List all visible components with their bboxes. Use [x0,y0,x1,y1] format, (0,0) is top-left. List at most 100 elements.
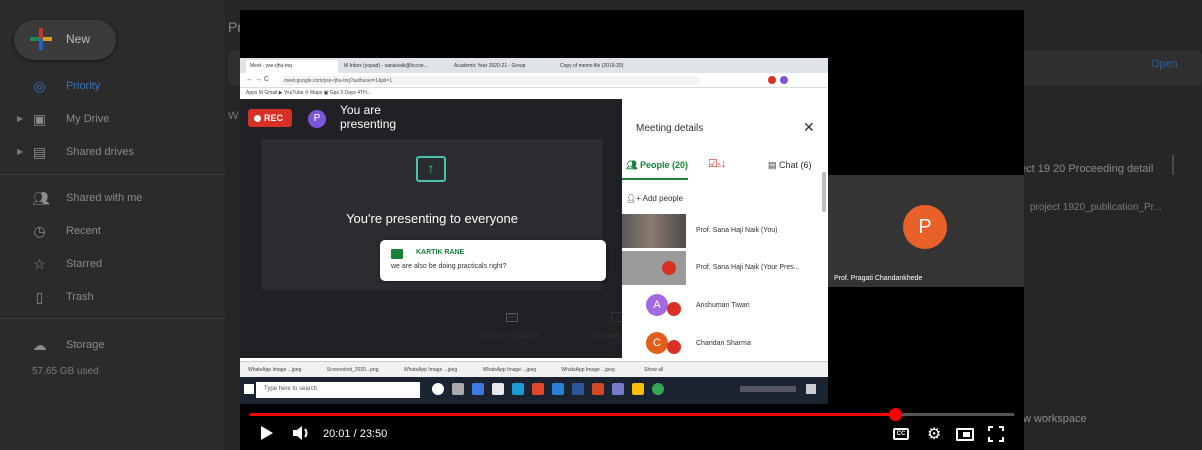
active-tab-indicator [622,178,688,180]
participant-name: Prof. Sana Haji Naik (You) [696,227,778,234]
cc-icon[interactable]: CC [893,428,909,440]
browser-tab[interactable]: Academic Year 2020-21 - Group [450,60,554,73]
participant-row[interactable]: C Chandan Sharma [622,327,822,363]
word-icon[interactable] [572,383,584,395]
powerpoint-icon[interactable] [592,383,604,395]
participant-row[interactable]: Prof. Sana Haji Naik (You) [622,214,822,250]
drive-icon: ▣ [32,111,47,127]
rec-label: REC [264,113,284,123]
app-icon[interactable] [612,383,624,395]
muted-mic-icon [662,261,676,275]
nav-label: Storage [66,339,105,351]
avatar: P [903,205,947,249]
captions-icon[interactable]: CC [506,313,518,322]
nav-item-starred[interactable]: ☆ Starred [0,250,225,280]
tab-chat[interactable]: ▤ Chat (6) [768,160,812,171]
presenting-status: You are presenting [340,103,397,131]
chat-notification[interactable]: KARTIK RANE we are also be doing practic… [380,240,606,281]
chat-bubble-icon [391,249,403,259]
nav-item-my-drive[interactable]: ▶ ▣ My Drive [0,105,225,135]
system-tray[interactable] [740,386,796,392]
participant-name: Prof. Sana Haji Naik (Your Pres... [696,264,800,271]
show-all-button[interactable]: Show all [644,362,663,373]
volume-icon[interactable] [292,425,312,441]
shared-drives-icon: ▤ [32,144,47,160]
browser-tab-bar: Meet - yse-rjhu-tnq M Inbox (yopad) - sa… [240,58,828,73]
windows-start-icon[interactable] [244,384,254,394]
edge-icon[interactable] [512,383,524,395]
url-input[interactable]: meet.google.com/yse-rjhu-tnq?authuser=1&… [280,76,700,85]
bookmarks-bar[interactable]: Apps M Gmail ▶ YouTube ⚲ Maps ▣ Gps 3 Da… [240,88,828,99]
taskbar-search-input[interactable]: Type here to search [256,382,420,398]
play-icon[interactable] [260,425,274,441]
nav-item-shared-drives[interactable]: ▶ ▤ Shared drives [0,138,225,168]
participant-row[interactable]: Prof. Sana Haji Naik (Your Pres... [622,251,822,287]
download-item[interactable]: WhatsApp Image ...jpeg [483,362,536,373]
nav-item-shared-with-me[interactable]: 👥︎ Shared with me [0,184,225,214]
tab-tasks[interactable]: ☑5↓ [708,157,726,170]
storage-used-text: 57.65 GB used [32,366,99,377]
video-screen-content: Meet - yse-rjhu-tnq M Inbox (yopad) - sa… [240,58,828,404]
app-icon[interactable] [652,383,664,395]
panel-title: Meeting details [636,123,704,134]
presenting-message: You're presenting to everyone [346,211,518,226]
nav-label: Starred [66,258,103,270]
download-item[interactable]: Screenshot_2020...png [327,362,379,373]
tab-label: People (20) [639,160,688,170]
download-item[interactable]: WhatsApp Image ...jpeg [404,362,457,373]
expand-arrow-icon[interactable]: ▶ [17,114,23,123]
open-button[interactable]: Open [1151,58,1178,70]
store-icon[interactable] [492,383,504,395]
expand-arrow-icon[interactable]: ▶ [17,147,23,156]
address-bar: ← → C meet.google.com/yse-rjhu-tnq?authu… [240,73,828,88]
download-item[interactable]: WhatsApp Image ...jpeg [248,362,301,373]
profile-icon[interactable] [780,76,788,84]
miniplayer-icon[interactable] [956,428,974,441]
add-people-button[interactable]: 👤︎+ Add people [626,194,683,203]
browser-tab[interactable]: Meet - yse-rjhu-tnq [246,60,338,73]
gear-icon[interactable]: ⚙ [927,424,941,444]
tab-people[interactable]: 👥︎ People (20) [626,160,688,171]
extension-icon[interactable] [768,76,776,84]
section-label: W [228,110,239,122]
chrome-icon[interactable] [532,383,544,395]
present-button[interactable]: You are pre [592,331,622,340]
file-item-workspace[interactable]: w workspace [1023,413,1087,425]
add-people-label: Add people [642,194,684,203]
nav-item-storage[interactable]: ☁ Storage [0,331,225,361]
trash-icon: ▯ [35,289,44,305]
task-view-icon[interactable] [452,383,464,395]
browser-tab[interactable]: M Inbox (yopad) - sanaivaik@kccoe... [340,60,448,73]
people-icon: 👥︎ [32,190,50,206]
scrubber-handle[interactable] [889,408,902,421]
drive-sidebar: New ◎ Priority ▶ ▣ My Drive ▶ ▤ Shared d… [0,0,225,450]
browser-tab[interactable]: Copy of memo file (2019-20) [556,60,660,73]
avatar: P [308,110,326,128]
fullscreen-icon[interactable] [988,426,1004,442]
nav-item-recent[interactable]: ◷ Recent [0,217,225,247]
download-item[interactable]: WhatsApp Image ...jpeg [561,362,614,373]
cloud-icon: ☁ [32,337,47,353]
file-item-proceeding[interactable]: ect 19 20 Proceeding detail [1020,163,1153,175]
scrollbar[interactable] [822,172,826,212]
nav-arrows-icon[interactable]: ← → C [246,76,269,83]
nav-label: Recent [66,225,101,237]
time-display: 20:01 / 23:50 [323,428,388,440]
cortana-icon[interactable] [432,383,444,395]
nav-item-priority[interactable]: ◎ Priority [0,72,225,102]
nav-item-trash[interactable]: ▯ Trash [0,283,225,313]
new-button[interactable]: New [14,20,116,60]
tab-label: Chat (6) [779,160,812,170]
windows-taskbar: Type here to search [240,377,828,404]
check-circle-icon: ◎ [33,78,46,94]
file-item-publication[interactable]: project 1920_publication_Pr... [1030,202,1162,213]
nav-label: Shared drives [66,146,134,158]
participant-row[interactable]: A Anshuman Tiwari [622,289,822,325]
close-icon[interactable]: ✕ [803,119,815,136]
participant-photo [622,251,686,285]
captions-button[interactable]: Turn on captions [480,331,539,340]
app-icon[interactable] [472,383,484,395]
notification-icon[interactable] [806,384,816,394]
app-icon[interactable] [632,383,644,395]
app-icon[interactable] [552,383,564,395]
